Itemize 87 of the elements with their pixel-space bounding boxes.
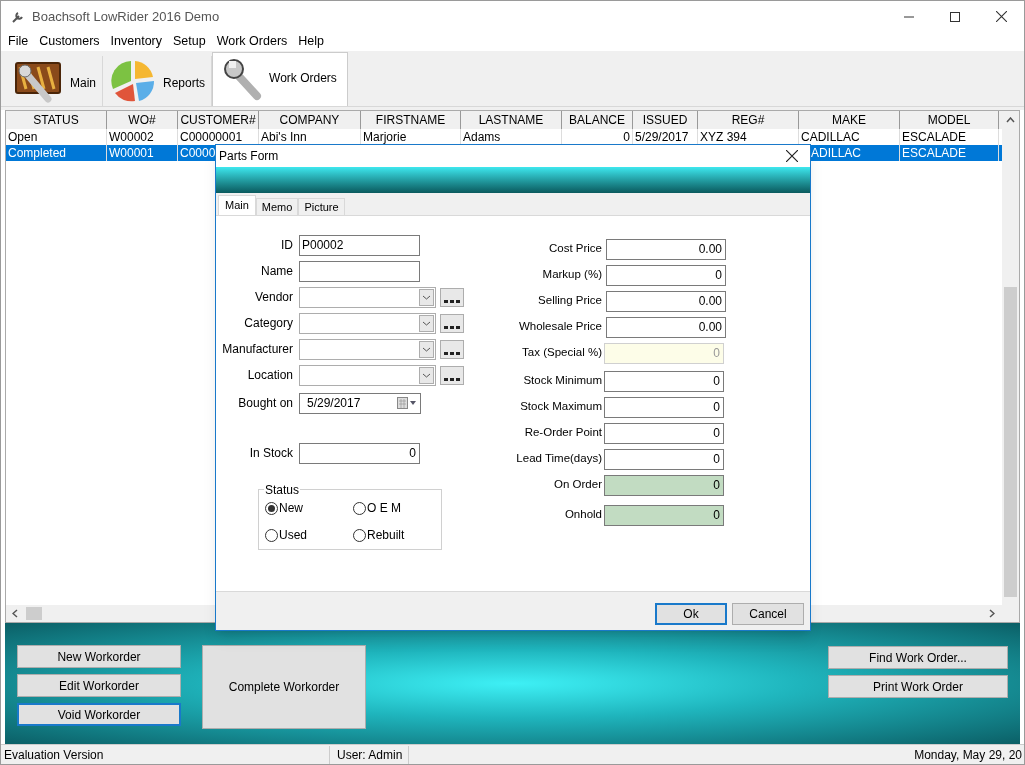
wrench-board-icon xyxy=(12,59,64,103)
field-label: ID xyxy=(280,237,294,254)
table-row[interactable]: Open W00002 C00000001 Abi's Inn Marjorie Adams 0 5/29/2017 XYZ 394 CADILLAC ESCALADE xyxy=(6,129,1002,145)
table-cell: ESCALADE xyxy=(900,145,999,161)
table-cell: Completed xyxy=(6,145,107,161)
field-label: Vendor xyxy=(253,289,294,306)
toolbar-tab[interactable]: Work Orders xyxy=(212,52,348,106)
field-label: Cost Price xyxy=(547,241,603,257)
text-field[interactable]: 0 xyxy=(604,396,724,418)
menu-item[interactable]: Work Orders xyxy=(216,32,288,51)
field-label: Tax (Special %) xyxy=(521,345,603,361)
dialog-tab[interactable]: Memo xyxy=(255,198,299,215)
dropdown-field[interactable] xyxy=(299,312,436,334)
text-field[interactable]: 0 xyxy=(606,264,726,286)
radio-option[interactable]: Rebuilt xyxy=(353,526,441,544)
close-icon[interactable] xyxy=(995,11,1007,22)
dialog-tab[interactable]: Main xyxy=(218,195,256,215)
action-button[interactable]: Void Workorder xyxy=(17,703,181,726)
dialog-button[interactable]: Cancel xyxy=(732,602,804,625)
scroll-left-icon[interactable] xyxy=(12,609,18,618)
field-label: Stock Maximum xyxy=(519,399,603,415)
action-button[interactable]: Edit Workorder xyxy=(17,674,181,697)
field-label: Markup (%) xyxy=(541,267,603,283)
status-text: Evaluation Version xyxy=(3,746,105,764)
text-field[interactable]: 0 xyxy=(299,442,420,464)
field-label: Lead Time(days) xyxy=(516,451,603,467)
ellipsis-icon xyxy=(444,351,460,355)
field-label: In Stock xyxy=(248,445,294,462)
maximize-icon[interactable] xyxy=(950,11,960,22)
field-label: Wholesale Price xyxy=(517,319,603,335)
radio-option[interactable]: O E M xyxy=(353,499,441,517)
menu-item[interactable]: Setup xyxy=(173,32,206,51)
field-label: Re-Order Point xyxy=(523,425,603,441)
vertical-scrollbar[interactable] xyxy=(1002,111,1019,605)
dropdown-field[interactable] xyxy=(299,338,436,360)
text-field[interactable]: 0.00 xyxy=(606,316,726,338)
field-label: Bought on xyxy=(237,395,294,412)
field-label: Category xyxy=(243,315,294,332)
menu-item[interactable]: Help xyxy=(298,32,325,51)
menu-item[interactable]: File xyxy=(8,32,29,51)
field-label: Stock Minimum xyxy=(522,373,603,389)
radio-option[interactable]: Used xyxy=(265,526,353,544)
text-field[interactable]: 0 xyxy=(604,448,724,470)
scrollbar-thumb[interactable] xyxy=(26,607,42,620)
ellipsis-icon xyxy=(444,377,460,381)
status-text: Monday, May 29, 20 xyxy=(913,746,1023,764)
close-icon[interactable] xyxy=(786,150,798,162)
more-button[interactable] xyxy=(440,365,464,385)
dropdown-field[interactable] xyxy=(299,364,436,386)
table-cell: W00001 xyxy=(107,145,178,161)
text-field[interactable] xyxy=(299,260,420,282)
text-field[interactable]: 0.00 xyxy=(606,290,726,312)
action-button[interactable]: Print Work Order xyxy=(828,675,1008,698)
text-field[interactable]: 0 xyxy=(604,422,724,444)
dialog-button[interactable]: Ok xyxy=(655,602,727,625)
date-field[interactable]: 5/29/2017 xyxy=(299,392,421,414)
menu-item[interactable]: Inventory xyxy=(110,32,162,51)
ellipsis-icon xyxy=(444,299,460,303)
field-label: Selling Price xyxy=(537,293,603,309)
text-field[interactable]: 0 xyxy=(604,370,724,392)
action-button[interactable]: Find Work Order... xyxy=(828,646,1008,669)
readonly-field[interactable]: 0 xyxy=(604,504,724,526)
text-field[interactable]: 0.00 xyxy=(606,238,726,260)
field-label: Onhold xyxy=(563,507,603,523)
scroll-up-icon[interactable] xyxy=(1006,117,1015,123)
ellipsis-icon xyxy=(444,325,460,329)
radio-option[interactable]: New xyxy=(265,499,353,517)
more-button[interactable] xyxy=(440,339,464,359)
status-text: User: Admin xyxy=(329,745,409,764)
action-button[interactable]: New Workorder xyxy=(17,645,181,668)
field-label: On Order xyxy=(553,477,603,493)
field-label: Name xyxy=(260,263,294,280)
field-label: Location xyxy=(246,367,294,384)
menu-item[interactable]: Customers xyxy=(39,32,100,51)
field-label: Manufacturer xyxy=(221,341,294,358)
readonly-field[interactable]: 0 xyxy=(604,474,724,496)
scrollbar-thumb[interactable] xyxy=(1004,287,1017,597)
dropdown-field[interactable] xyxy=(299,286,436,308)
disabled-field: 0 xyxy=(604,342,724,364)
more-button[interactable] xyxy=(440,313,464,333)
complete-workorder-button[interactable]: Complete Workorder xyxy=(202,645,366,729)
scroll-right-icon[interactable] xyxy=(989,609,995,618)
text-field[interactable]: P00002 xyxy=(299,234,420,256)
more-button[interactable] xyxy=(440,287,464,307)
calendar-icon[interactable] xyxy=(397,397,417,409)
window-title: Boachsoft LowRider 2016 Demo xyxy=(32,7,220,26)
dialog-tab[interactable]: Picture xyxy=(298,198,345,215)
